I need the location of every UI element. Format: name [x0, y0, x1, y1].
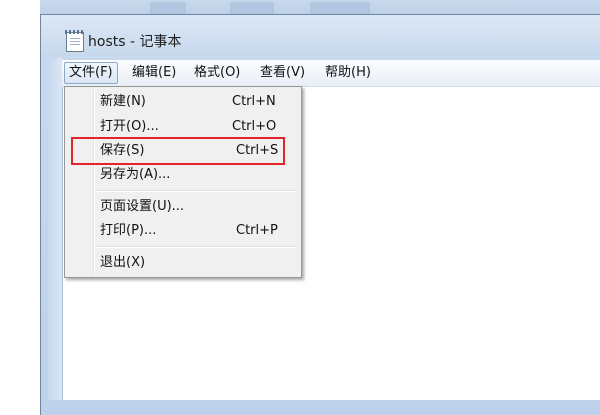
menu-item-open[interactable]: 打开(O)... Ctrl+O	[67, 116, 299, 138]
menu-item-print[interactable]: 打印(P)... Ctrl+P	[67, 220, 299, 242]
menu-item-label: 打印(P)...	[100, 223, 157, 238]
menu-item-label: 退出(X)	[100, 255, 146, 270]
menu-view[interactable]: 查看(V)	[256, 63, 309, 83]
file-menu-dropdown: 新建(N) Ctrl+N 打开(O)... Ctrl+O 保存(S) Ctrl+…	[64, 86, 302, 278]
menu-item-label: 另存为(A)...	[100, 167, 171, 182]
menu-item-save-as[interactable]: 另存为(A)...	[67, 164, 299, 186]
annotation-highlight-box	[71, 137, 285, 165]
menu-item-page-setup[interactable]: 页面设置(U)...	[67, 196, 299, 218]
menu-item-shortcut: Ctrl+O	[232, 119, 277, 134]
menu-help[interactable]: 帮助(H)	[321, 63, 375, 83]
menu-separator	[96, 190, 296, 192]
menu-bar: 文件(F) 编辑(E) 格式(O) 查看(V) 帮助(H)	[62, 60, 600, 87]
menu-item-exit[interactable]: 退出(X)	[67, 252, 299, 274]
menu-item-label: 新建(N)	[100, 94, 146, 109]
menu-item-shortcut: Ctrl+P	[236, 223, 278, 238]
notepad-icon[interactable]	[65, 30, 84, 52]
menu-item-label: 打开(O)...	[100, 119, 159, 134]
menu-item-shortcut: Ctrl+N	[232, 94, 276, 109]
background-blur	[310, 2, 370, 14]
menu-separator	[96, 246, 296, 248]
menu-item-label: 页面设置(U)...	[100, 199, 185, 214]
menu-edit[interactable]: 编辑(E)	[128, 63, 180, 83]
background-blur	[150, 2, 186, 14]
background-blur	[230, 2, 274, 14]
menu-format[interactable]: 格式(O)	[190, 63, 244, 83]
menu-file[interactable]: 文件(F)	[64, 62, 118, 84]
menu-item-new[interactable]: 新建(N) Ctrl+N	[67, 91, 299, 113]
window-title: hosts - 记事本	[88, 34, 182, 50]
title-bar[interactable]: hosts - 记事本	[62, 26, 600, 56]
window-border-left	[48, 58, 62, 400]
